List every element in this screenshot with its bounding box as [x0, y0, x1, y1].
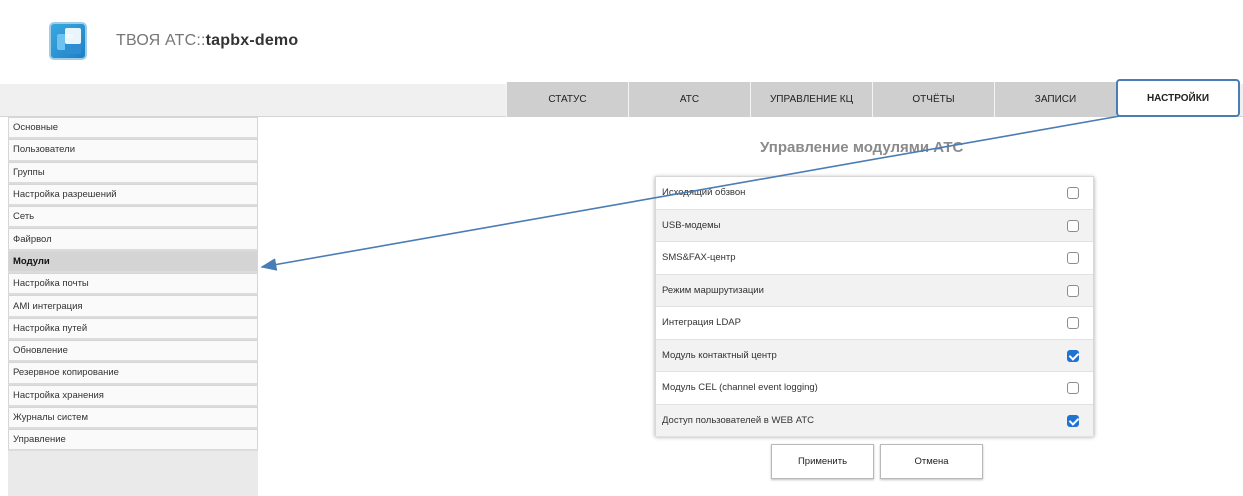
module-checkbox[interactable] — [1067, 284, 1079, 297]
app-title-host: tapbx-demo — [205, 32, 299, 49]
apply-button[interactable]: Применить — [771, 444, 874, 479]
module-checkbox[interactable] — [1067, 187, 1079, 199]
module-row: Модуль CEL (channel event logging) — [656, 372, 1093, 405]
module-label: USB-модемы — [662, 219, 721, 231]
header: ТВОЯ АТС::tapbx-demo — [0, 0, 1243, 84]
module-row: Исходящий обзвон — [656, 177, 1093, 210]
sidebar-item-ami[interactable]: AMI интеграция — [8, 295, 258, 318]
sidebar-item-users[interactable]: Пользователи — [8, 139, 258, 162]
module-checkbox[interactable] — [1067, 382, 1079, 394]
cancel-button[interactable]: Отмена — [880, 444, 983, 479]
tab-ats[interactable]: АТС — [628, 82, 750, 117]
sidebar-item-modules[interactable]: Модули — [8, 250, 258, 274]
module-checkbox[interactable] — [1067, 414, 1079, 427]
app-logo-icon — [49, 22, 87, 60]
sidebar-item-management[interactable]: Управление — [8, 429, 258, 452]
module-label: Режим маршрутизации — [662, 284, 764, 296]
module-label: SMS&FAX-центр — [662, 252, 736, 264]
sidebar-item-update[interactable]: Обновление — [8, 339, 258, 363]
module-row: USB-модемы — [656, 209, 1093, 242]
module-label: Модуль CEL (channel event logging) — [662, 382, 818, 394]
page-title: Управление модулями АТС — [760, 139, 964, 156]
app-title: ТВОЯ АТС::tapbx-demo — [116, 32, 298, 50]
sidebar-item-permissions[interactable]: Настройка разрешений — [8, 183, 258, 207]
sidebar-item-logs[interactable]: Журналы систем — [8, 406, 258, 430]
module-label: Модуль контактный центр — [662, 349, 777, 361]
tab-reports[interactable]: ОТЧЁТЫ — [872, 82, 994, 117]
sidebar-item-general[interactable]: Основные — [8, 117, 258, 140]
module-row: Модуль контактный центр — [656, 339, 1093, 372]
module-row: Режим маршрутизации — [656, 274, 1093, 307]
module-row: SMS&FAX-центр — [656, 242, 1093, 275]
sidebar-item-paths[interactable]: Настройка путей — [8, 317, 258, 340]
sidebar-item-firewall[interactable]: Файрвол — [8, 228, 258, 251]
tab-call-center[interactable]: УПРАВЛЕНИЕ КЦ — [750, 82, 872, 117]
sidebar-item-groups[interactable]: Группы — [8, 161, 258, 184]
tab-records[interactable]: ЗАПИСИ — [994, 82, 1116, 117]
main-tabs: СТАТУС АТС УПРАВЛЕНИЕ КЦ ОТЧЁТЫ ЗАПИСИ Н… — [506, 79, 1240, 117]
tab-settings[interactable]: НАСТРОЙКИ — [1116, 79, 1240, 117]
sidebar-item-backup[interactable]: Резервное копирование — [8, 362, 258, 385]
settings-sidebar: Основные Пользователи Группы Настройка р… — [8, 117, 258, 496]
module-label: Исходящий обзвон — [662, 187, 746, 199]
app-title-prefix: ТВОЯ АТС:: — [116, 32, 206, 49]
module-row: Интеграция LDAP — [656, 307, 1093, 340]
module-row: Доступ пользователей в WEB АТС — [656, 404, 1093, 437]
tab-status[interactable]: СТАТУС — [506, 82, 628, 117]
modules-list: Исходящий обзвон USB-модемы SMS&FAX-цент… — [655, 176, 1094, 437]
module-checkbox[interactable] — [1067, 219, 1079, 232]
module-checkbox[interactable] — [1067, 317, 1079, 329]
sidebar-item-network[interactable]: Сеть — [8, 206, 258, 229]
sidebar-item-mail[interactable]: Настройка почты — [8, 273, 258, 296]
module-checkbox[interactable] — [1067, 349, 1079, 362]
module-label: Интеграция LDAP — [662, 317, 741, 329]
sidebar-item-storage[interactable]: Настройка хранения — [8, 384, 258, 407]
module-label: Доступ пользователей в WEB АТС — [662, 414, 815, 426]
module-checkbox[interactable] — [1067, 252, 1079, 264]
